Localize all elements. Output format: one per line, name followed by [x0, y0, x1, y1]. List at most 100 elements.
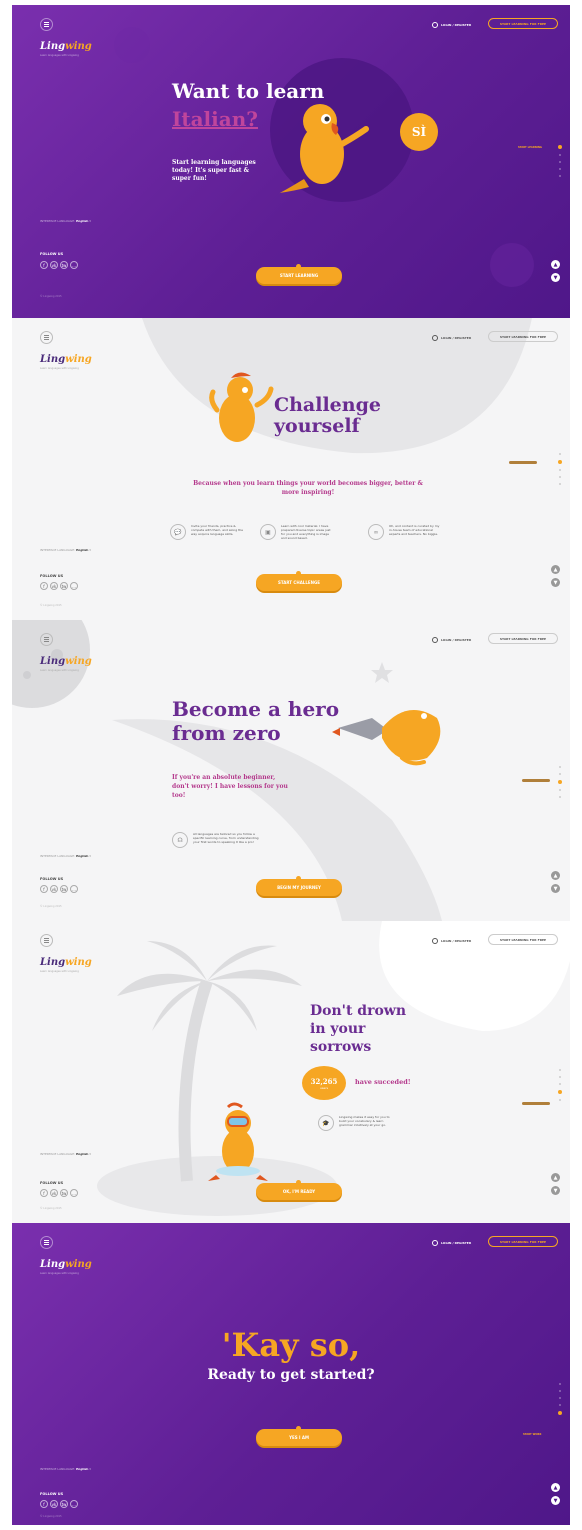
interface-language[interactable]: INTERFACE LANGUAGE: English ▾	[40, 548, 91, 552]
hero-language[interactable]: Italian?	[172, 109, 258, 129]
hero-zero-title-line1: Become a hero	[172, 697, 340, 721]
more-icon[interactable]: ...	[70, 885, 78, 893]
yes-i-am-button[interactable]: YES I AM	[256, 1426, 342, 1446]
interface-language[interactable]: INTERFACE LANGUAGE: English ▾	[40, 1467, 91, 1471]
tagline: Learn languages with Lingwing	[40, 970, 79, 973]
start-learning-free-button[interactable]: START LEARNING FOR FREE	[488, 18, 558, 29]
ok-ready-button[interactable]: OK, I'M READY	[256, 1180, 342, 1200]
arrow-up-icon[interactable]: ▲	[551, 260, 560, 269]
feature-material: ▣ Learn with cool material. I have prepar…	[260, 524, 333, 540]
arrow-down-icon[interactable]: ▼	[551, 273, 560, 282]
begin-journey-button[interactable]: BEGIN MY JOURNEY	[256, 876, 342, 896]
menu-button[interactable]	[40, 331, 53, 344]
arrow-up-icon[interactable]: ▲	[551, 871, 560, 880]
logo[interactable]: Lingwing	[40, 957, 92, 968]
more-icon[interactable]: ...	[70, 1500, 78, 1508]
login-register-link[interactable]: LOGIN / REGISTER	[432, 335, 471, 341]
section-nav[interactable]	[558, 453, 562, 485]
slide-arrows: ▲ ▼	[551, 260, 560, 282]
start-learning-free-button[interactable]: START LEARNING FOR FREE	[488, 633, 558, 644]
arrow-up-icon[interactable]: ▲	[551, 1483, 560, 1492]
feature-learning-curve: ☊ All languages are tailored so you follo…	[172, 832, 259, 848]
menu-button[interactable]	[40, 633, 53, 646]
section-nav[interactable]	[558, 145, 562, 177]
arrow-up-icon[interactable]: ▲	[551, 565, 560, 574]
glasses-icon: ∞	[368, 524, 384, 540]
logo[interactable]: Lingwing	[40, 41, 92, 52]
start-learning-free-button[interactable]: START LEARNING FOR FREE	[488, 331, 558, 342]
copyright: © Lingwing 2015	[40, 295, 62, 298]
users-count-badge: 32,265 users	[302, 1066, 346, 1100]
facebook-icon[interactable]: f	[40, 885, 48, 893]
twitter-icon[interactable]: tw	[60, 582, 68, 590]
more-icon[interactable]: ...	[70, 1189, 78, 1197]
facebook-icon[interactable]: f	[40, 1500, 48, 1508]
moon-background-decor	[12, 620, 442, 921]
more-icon[interactable]: ...	[70, 261, 78, 269]
interface-language[interactable]: INTERFACE LANGUAGE: English ▾	[40, 1152, 91, 1156]
nav-label: START LEARNING	[518, 146, 542, 149]
chat-icon: 💬	[170, 524, 186, 540]
facebook-icon[interactable]: f	[40, 261, 48, 269]
drown-title-line1: Don't drown	[310, 1003, 407, 1019]
section-nav[interactable]	[558, 1383, 562, 1415]
menu-button[interactable]	[40, 18, 53, 31]
arrow-down-icon[interactable]: ▼	[551, 1186, 560, 1195]
interface-language[interactable]: INTERFACE LANGUAGE: English ▾	[40, 854, 91, 858]
vk-icon[interactable]: vk	[50, 1500, 58, 1508]
vk-icon[interactable]: vk	[50, 1189, 58, 1197]
more-icon[interactable]: ...	[70, 582, 78, 590]
tagline: Learn languages with Lingwing	[40, 367, 79, 370]
logo[interactable]: Lingwing	[40, 354, 92, 365]
hero-zero-body: If you're an absolute beginner, don't wo…	[172, 774, 288, 799]
logo[interactable]: Lingwing	[40, 656, 92, 667]
nav-progress-bar	[522, 779, 550, 782]
twitter-icon[interactable]: tw	[60, 261, 68, 269]
facebook-icon[interactable]: f	[40, 582, 48, 590]
interface-language[interactable]: INTERFACE LANGUAGE: English ▾	[40, 219, 91, 223]
nav-progress-bar	[509, 461, 537, 464]
user-icon	[432, 637, 438, 643]
login-register-link[interactable]: LOGIN / REGISTER	[432, 637, 471, 643]
menu-button[interactable]	[40, 934, 53, 947]
follow-us-label: FOLLOW US	[40, 574, 64, 578]
login-register-link[interactable]: LOGIN / REGISTER	[432, 1240, 471, 1246]
logo[interactable]: Lingwing	[40, 1259, 92, 1270]
facebook-icon[interactable]: f	[40, 1189, 48, 1197]
arrow-down-icon[interactable]: ▼	[551, 578, 560, 587]
vk-icon[interactable]: vk	[50, 261, 58, 269]
twitter-icon[interactable]: tw	[60, 885, 68, 893]
users-succeeded-text: have succeded!	[355, 1078, 411, 1086]
parrot-snorkel-illustration	[208, 1102, 268, 1181]
section-nav[interactable]	[558, 766, 562, 798]
parrot-illustration	[209, 372, 274, 442]
twitter-icon[interactable]: tw	[60, 1500, 68, 1508]
tagline: Learn languages with Lingwing	[40, 669, 79, 672]
vk-icon[interactable]: vk	[50, 885, 58, 893]
menu-button[interactable]	[40, 1236, 53, 1249]
start-learning-free-button[interactable]: START LEARNING FOR FREE	[488, 1236, 558, 1247]
vk-icon[interactable]: vk	[50, 582, 58, 590]
feature-vocabulary: 🎓 Lingwing makes it easy for you to build…	[318, 1115, 395, 1131]
social-links: f vk tw ...	[40, 582, 78, 590]
login-register-link[interactable]: LOGIN / REGISTER	[432, 938, 471, 944]
graduation-cap-icon: 🎓	[318, 1115, 334, 1131]
challenge-title-line1: Challenge	[274, 394, 381, 416]
drown-title-line3: sorrows	[310, 1039, 372, 1055]
section-nav[interactable]	[558, 1069, 562, 1101]
arrow-up-icon[interactable]: ▲	[551, 1173, 560, 1182]
login-register-link[interactable]: LOGIN / REGISTER	[432, 22, 471, 28]
arrow-down-icon[interactable]: ▼	[551, 884, 560, 893]
parrot-illustration	[279, 104, 369, 194]
arrow-down-icon[interactable]: ▼	[551, 1496, 560, 1505]
social-links: f vk tw ...	[40, 1500, 78, 1508]
twitter-icon[interactable]: tw	[60, 1189, 68, 1197]
hero-title: Want to learn	[172, 79, 325, 103]
speech-bubble: SÌ	[400, 113, 438, 151]
tagline: Learn languages with Lingwing	[40, 1272, 79, 1275]
tagline: Learn languages with Lingwing	[40, 54, 79, 57]
start-learning-free-button[interactable]: START LEARNING FOR FREE	[488, 934, 558, 945]
start-challenge-button[interactable]: START CHALLENGE	[256, 571, 342, 591]
start-learning-button[interactable]: START LEARNING	[256, 264, 342, 284]
slide-arrows: ▲ ▼	[551, 1173, 560, 1195]
